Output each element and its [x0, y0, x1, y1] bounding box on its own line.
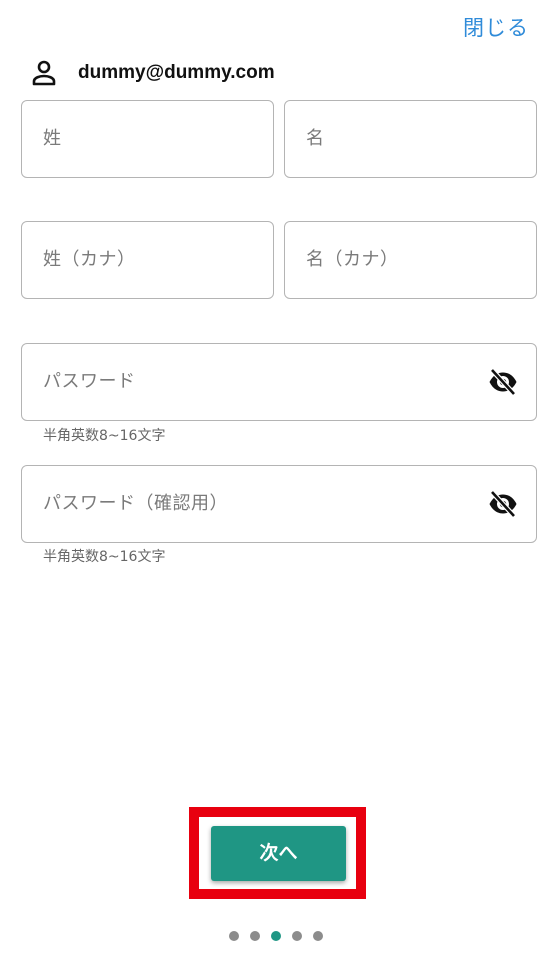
close-link[interactable]: 閉じる — [463, 12, 529, 42]
page-dot[interactable] — [313, 931, 323, 941]
eye-off-icon[interactable] — [488, 367, 518, 397]
password-confirm-placeholder: パスワード（確認用） — [43, 493, 228, 514]
password-placeholder: パスワード — [43, 371, 136, 392]
first-name-placeholder: 名 — [306, 128, 325, 149]
page-dot-active[interactable] — [271, 931, 281, 941]
eye-off-icon[interactable] — [488, 489, 518, 519]
password-confirm-helper: 半角英数8~16文字 — [43, 549, 166, 565]
account-row: dummy@dummy.com — [32, 58, 275, 88]
first-name-kana-field[interactable]: 名（カナ） — [284, 221, 537, 299]
password-confirm-field[interactable]: パスワード（確認用） — [21, 465, 537, 543]
account-email: dummy@dummy.com — [78, 62, 275, 83]
last-name-field[interactable]: 姓 — [21, 100, 274, 178]
person-icon — [32, 60, 56, 86]
page-dot[interactable] — [250, 931, 260, 941]
page-dot[interactable] — [292, 931, 302, 941]
last-name-kana-field[interactable]: 姓（カナ） — [21, 221, 274, 299]
page-dot[interactable] — [229, 931, 239, 941]
registration-screen: 閉じる dummy@dummy.com 姓 名 姓（カナ） 名（カナ） パスワー… — [0, 0, 552, 960]
last-name-placeholder: 姓 — [43, 128, 62, 149]
next-button[interactable]: 次へ — [211, 826, 346, 881]
last-name-kana-placeholder: 姓（カナ） — [43, 249, 136, 270]
first-name-field[interactable]: 名 — [284, 100, 537, 178]
password-field[interactable]: パスワード — [21, 343, 537, 421]
password-helper: 半角英数8~16文字 — [43, 428, 166, 444]
first-name-kana-placeholder: 名（カナ） — [306, 249, 399, 270]
page-indicator — [0, 931, 552, 941]
